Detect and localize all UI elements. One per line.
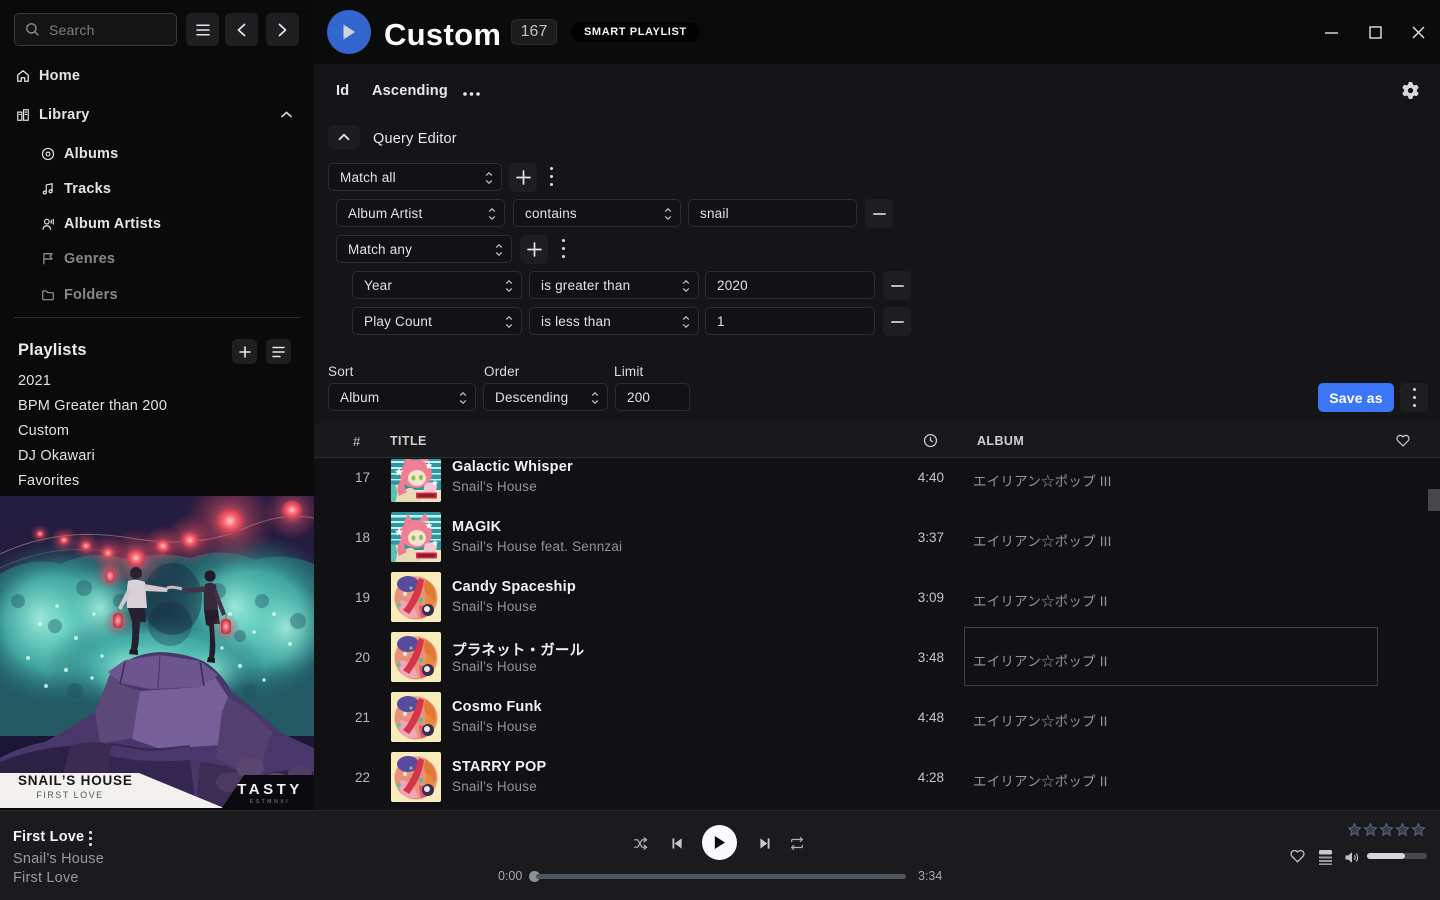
svg-text:FIRST LOVE: FIRST LOVE xyxy=(36,790,103,800)
svg-text:TASTY: TASTY xyxy=(237,781,303,798)
svg-text:SNAIL’S HOUSE: SNAIL’S HOUSE xyxy=(18,773,133,788)
svg-text:ESTMNXI: ESTMNXI xyxy=(250,799,290,805)
